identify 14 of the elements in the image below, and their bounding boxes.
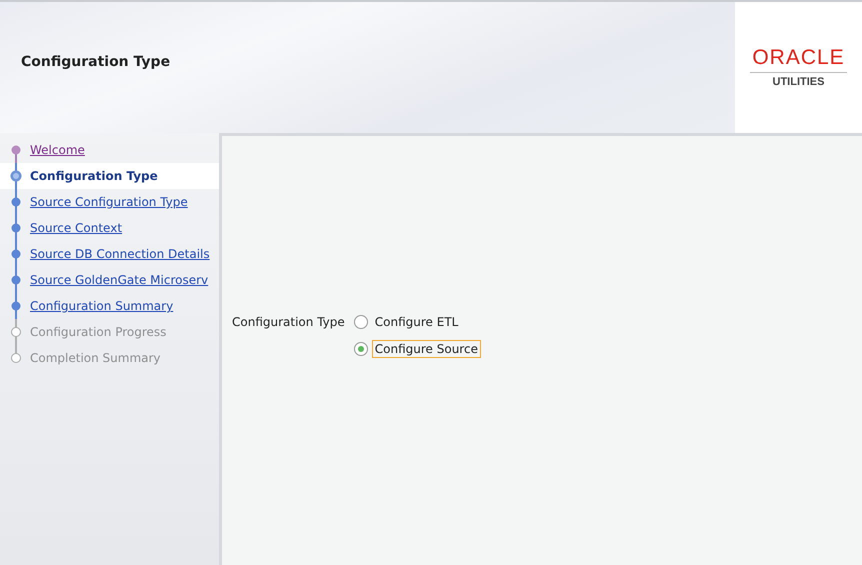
radio-button[interactable] bbox=[354, 315, 368, 329]
radio-button[interactable] bbox=[354, 342, 368, 356]
step-link[interactable]: Source DB Connection Details bbox=[30, 247, 210, 261]
step-link[interactable]: Source GoldenGate Microserv bbox=[30, 273, 208, 287]
page-title: Configuration Type bbox=[20, 53, 172, 72]
radio-label[interactable]: Configure Source bbox=[372, 340, 481, 358]
radio-label[interactable]: Configure ETL bbox=[372, 313, 462, 331]
step-link[interactable]: Source Configuration Type bbox=[30, 195, 188, 209]
product-name: UTILITIES bbox=[772, 76, 824, 88]
step-link[interactable]: Welcome bbox=[30, 143, 85, 157]
step-link[interactable]: Configuration Summary bbox=[30, 299, 174, 313]
brand-logo: ORACLE bbox=[750, 46, 847, 73]
field-label: Configuration Type bbox=[232, 315, 345, 329]
step-link[interactable]: Source Context bbox=[30, 221, 122, 235]
